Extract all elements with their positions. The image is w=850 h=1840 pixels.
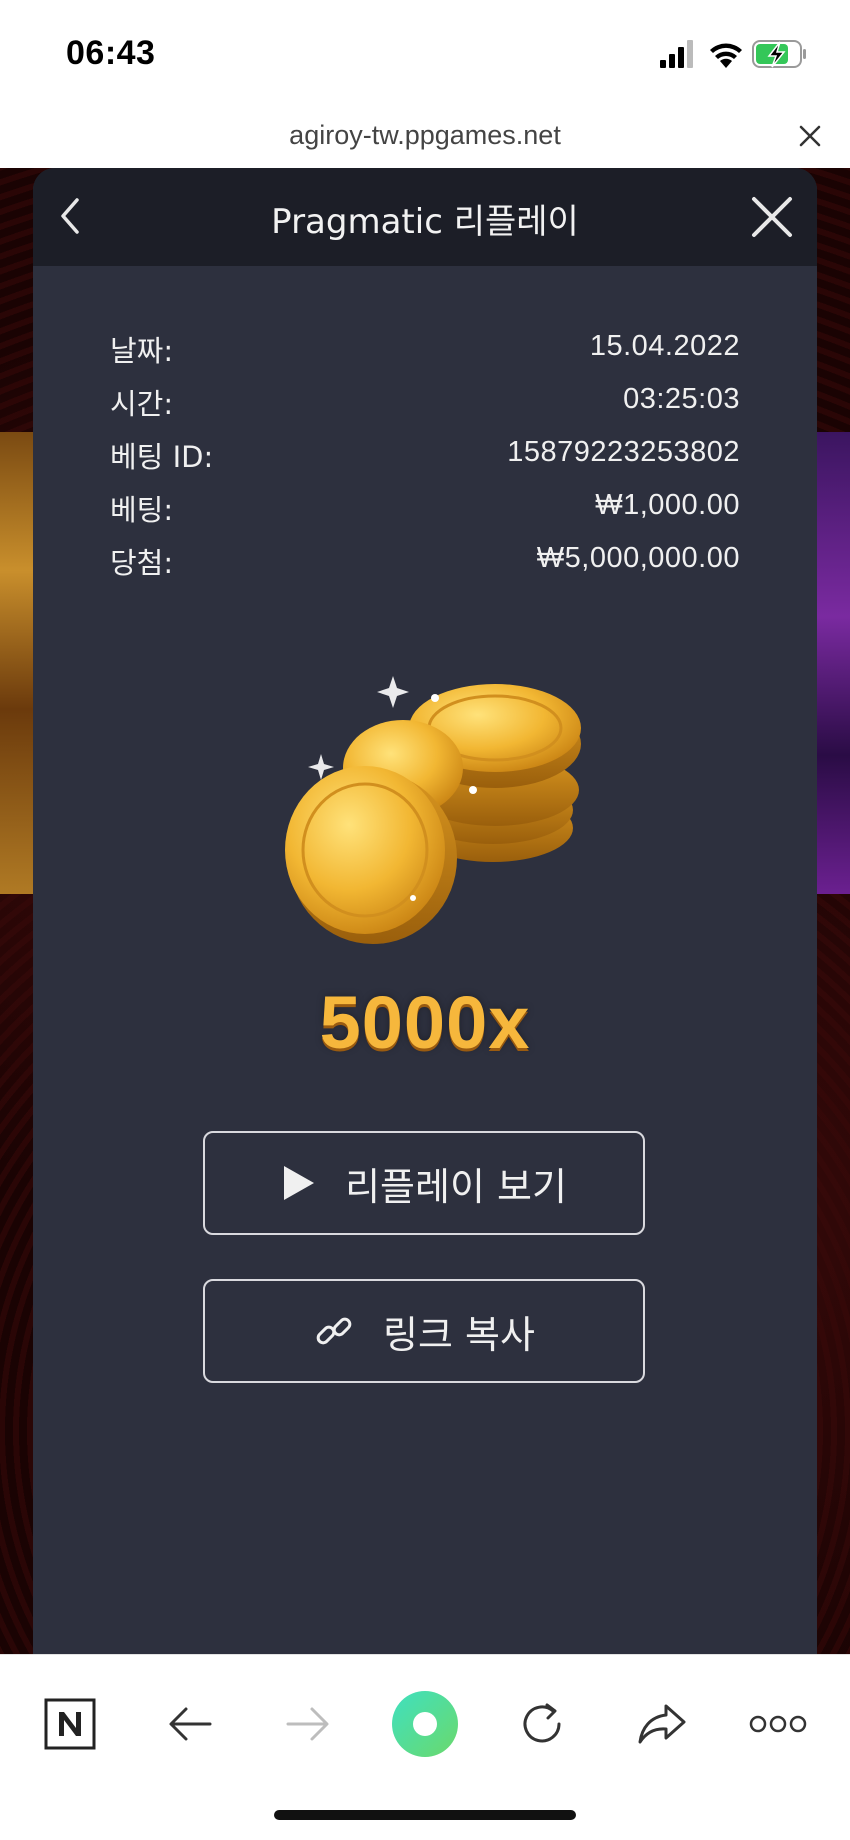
modal-title: Pragmatic 리플레이 xyxy=(271,202,579,242)
copy-link-button[interactable]: 링크 복사 xyxy=(203,1279,645,1383)
battery-charging-icon xyxy=(752,40,806,68)
info-row-bet: 베팅: ₩1,000.00 xyxy=(110,487,740,540)
close-icon[interactable] xyxy=(745,190,799,244)
url-bar: agiroy-tw.ppgames.net xyxy=(0,108,850,169)
signal-icon xyxy=(660,40,693,68)
bet-value: ₩1,000.00 xyxy=(595,489,740,521)
date-value: 15.04.2022 xyxy=(589,330,740,362)
win-label: 당첨: xyxy=(110,546,174,580)
url-text[interactable]: agiroy-tw.ppgames.net xyxy=(0,120,850,151)
modal-header: Pragmatic 리플레이 xyxy=(33,168,817,266)
date-label: 날짜: xyxy=(110,334,174,368)
more-icon[interactable] xyxy=(743,1689,813,1759)
replay-modal: Pragmatic 리플레이 날짜: 15.04.2022 시간: 03:25:… xyxy=(33,168,817,1654)
bet-id-label: 베팅 ID: xyxy=(110,440,214,474)
info-row-bet-id: 베팅 ID: 15879223253802 xyxy=(110,434,740,487)
status-bar: 06:43 xyxy=(0,0,850,108)
view-replay-label: 리플레이 보기 xyxy=(345,1164,567,1209)
gold-coins-icon xyxy=(273,658,603,958)
naver-home-icon[interactable] xyxy=(35,1689,105,1759)
bet-label: 베팅: xyxy=(110,493,174,527)
copy-link-label: 링크 복사 xyxy=(383,1312,535,1357)
reload-icon[interactable] xyxy=(507,1689,577,1759)
status-time: 06:43 xyxy=(66,34,156,72)
share-icon[interactable] xyxy=(627,1689,697,1759)
info-row-date: 날짜: 15.04.2022 xyxy=(110,328,740,381)
time-label: 시간: xyxy=(110,387,174,421)
game-reel-frame-right xyxy=(816,432,850,894)
link-icon xyxy=(316,1317,352,1345)
play-icon xyxy=(284,1166,315,1200)
view-replay-button[interactable]: 리플레이 보기 xyxy=(203,1131,645,1235)
forward-arrow-icon[interactable] xyxy=(273,1689,343,1759)
win-multiplier: 5000x xyxy=(319,981,531,1064)
back-arrow-icon[interactable] xyxy=(155,1689,225,1759)
info-row-win: 당첨: ₩5,000,000.00 xyxy=(110,540,740,593)
game-reel-frame-left xyxy=(0,432,34,894)
home-indicator[interactable] xyxy=(274,1810,576,1820)
info-row-time: 시간: 03:25:03 xyxy=(110,381,740,434)
bet-id-value: 15879223253802 xyxy=(507,436,740,468)
close-icon[interactable] xyxy=(796,122,824,150)
green-dot-icon[interactable] xyxy=(390,1689,460,1759)
win-value: ₩5,000,000.00 xyxy=(536,542,740,574)
time-value: 03:25:03 xyxy=(623,383,740,415)
wifi-icon xyxy=(710,43,742,68)
status-icons xyxy=(652,36,812,72)
bet-info-list: 날짜: 15.04.2022 시간: 03:25:03 베팅 ID: 15879… xyxy=(110,328,740,593)
